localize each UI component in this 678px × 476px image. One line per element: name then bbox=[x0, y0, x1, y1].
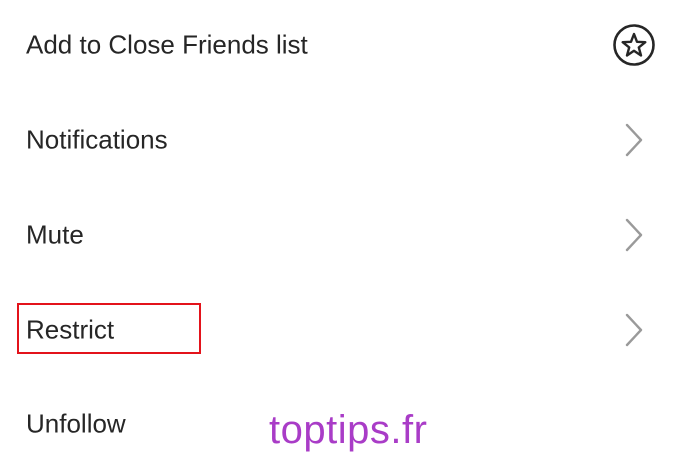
menu-item-label: Mute bbox=[26, 219, 84, 249]
menu-item-mute[interactable]: Mute bbox=[0, 187, 678, 282]
menu-item-add-to-close-friends[interactable]: Add to Close Friends list bbox=[0, 0, 678, 92]
chevron-right-icon bbox=[612, 213, 656, 257]
profile-options-menu: Add to Close Friends list Notifications … bbox=[0, 0, 678, 476]
menu-item-label: Unfollow bbox=[26, 408, 126, 438]
star-circle-icon[interactable] bbox=[612, 23, 656, 67]
menu-item-notifications[interactable]: Notifications bbox=[0, 92, 678, 187]
menu-item-label: Notifications bbox=[26, 124, 168, 154]
watermark-text: toptips.fr bbox=[269, 408, 428, 452]
menu-item-label: Add to Close Friends list bbox=[26, 29, 308, 59]
highlight-annotation-box bbox=[17, 303, 201, 354]
chevron-right-icon bbox=[612, 308, 656, 352]
chevron-right-icon bbox=[612, 118, 656, 162]
